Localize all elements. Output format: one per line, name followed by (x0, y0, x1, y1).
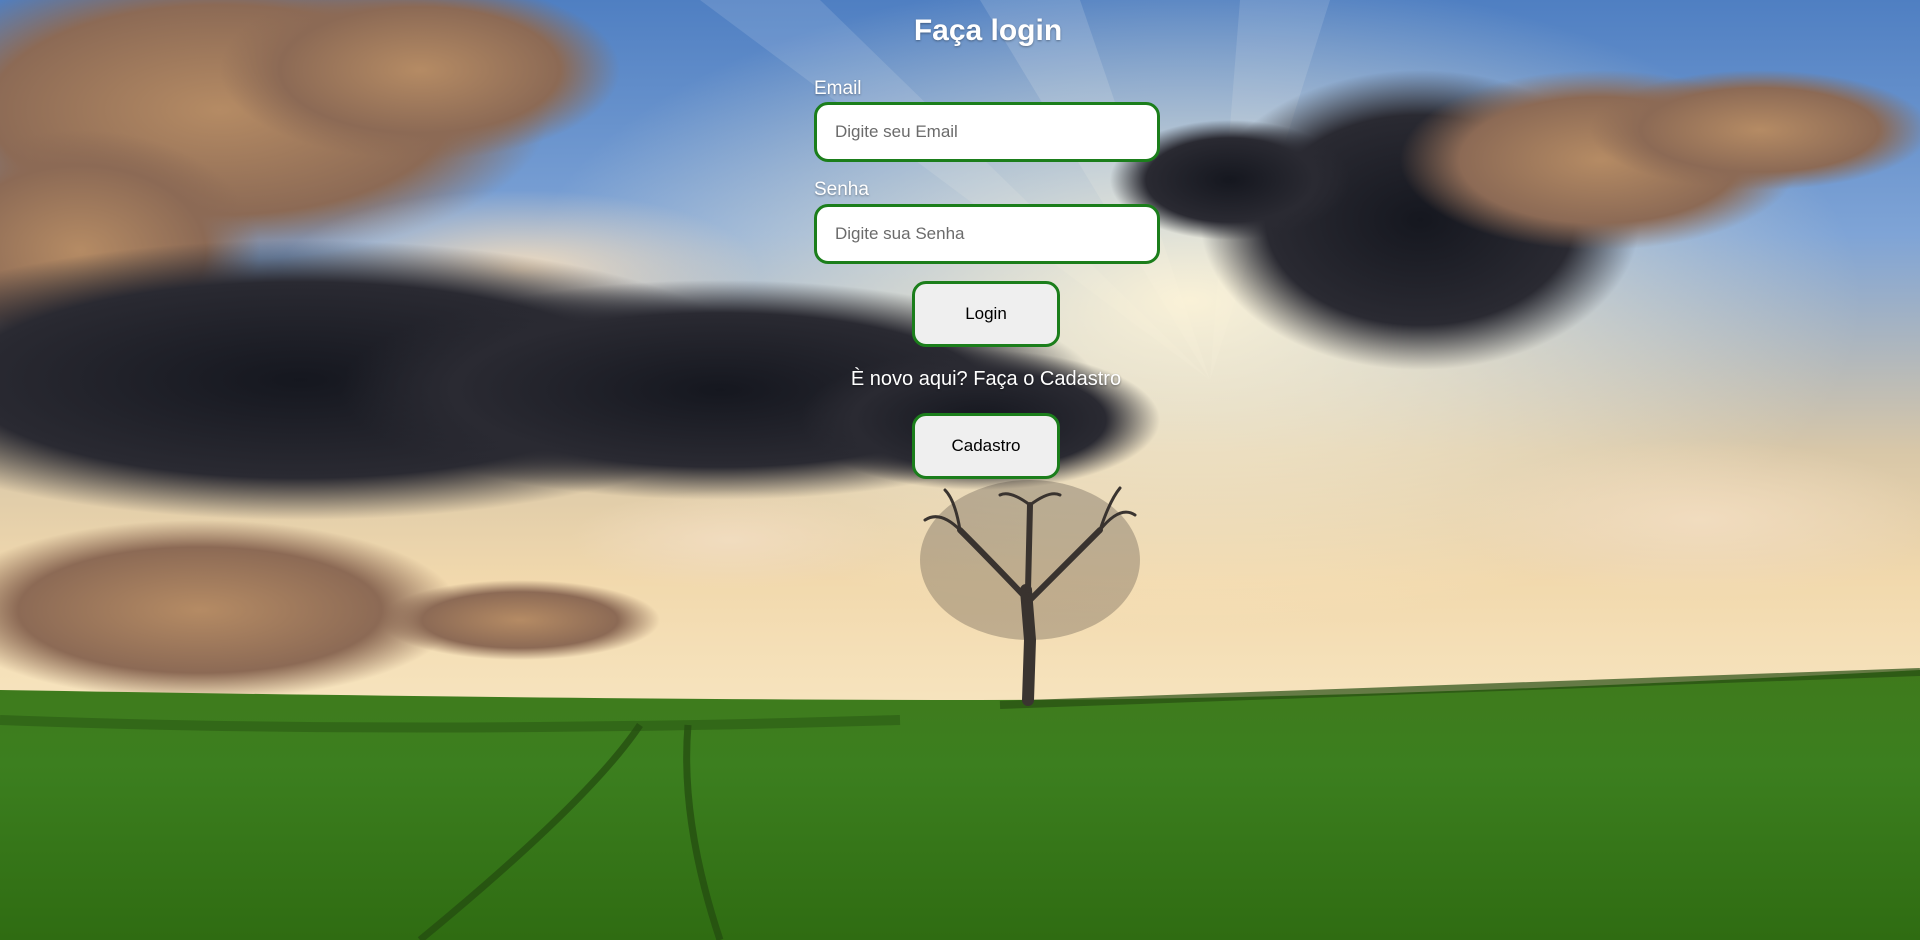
signup-button[interactable]: Cadastro (912, 413, 1060, 479)
email-input[interactable] (814, 102, 1160, 162)
page-title: Faça login (913, 14, 1063, 47)
signup-prompt: È novo aqui? Faça o Cadastro (850, 368, 1122, 390)
password-label: Senha (814, 179, 869, 200)
email-label: Email (814, 78, 862, 99)
password-input[interactable] (814, 204, 1160, 264)
login-button[interactable]: Login (912, 281, 1060, 347)
login-form: Faça login Email Senha Login È novo aqui… (0, 0, 1920, 940)
